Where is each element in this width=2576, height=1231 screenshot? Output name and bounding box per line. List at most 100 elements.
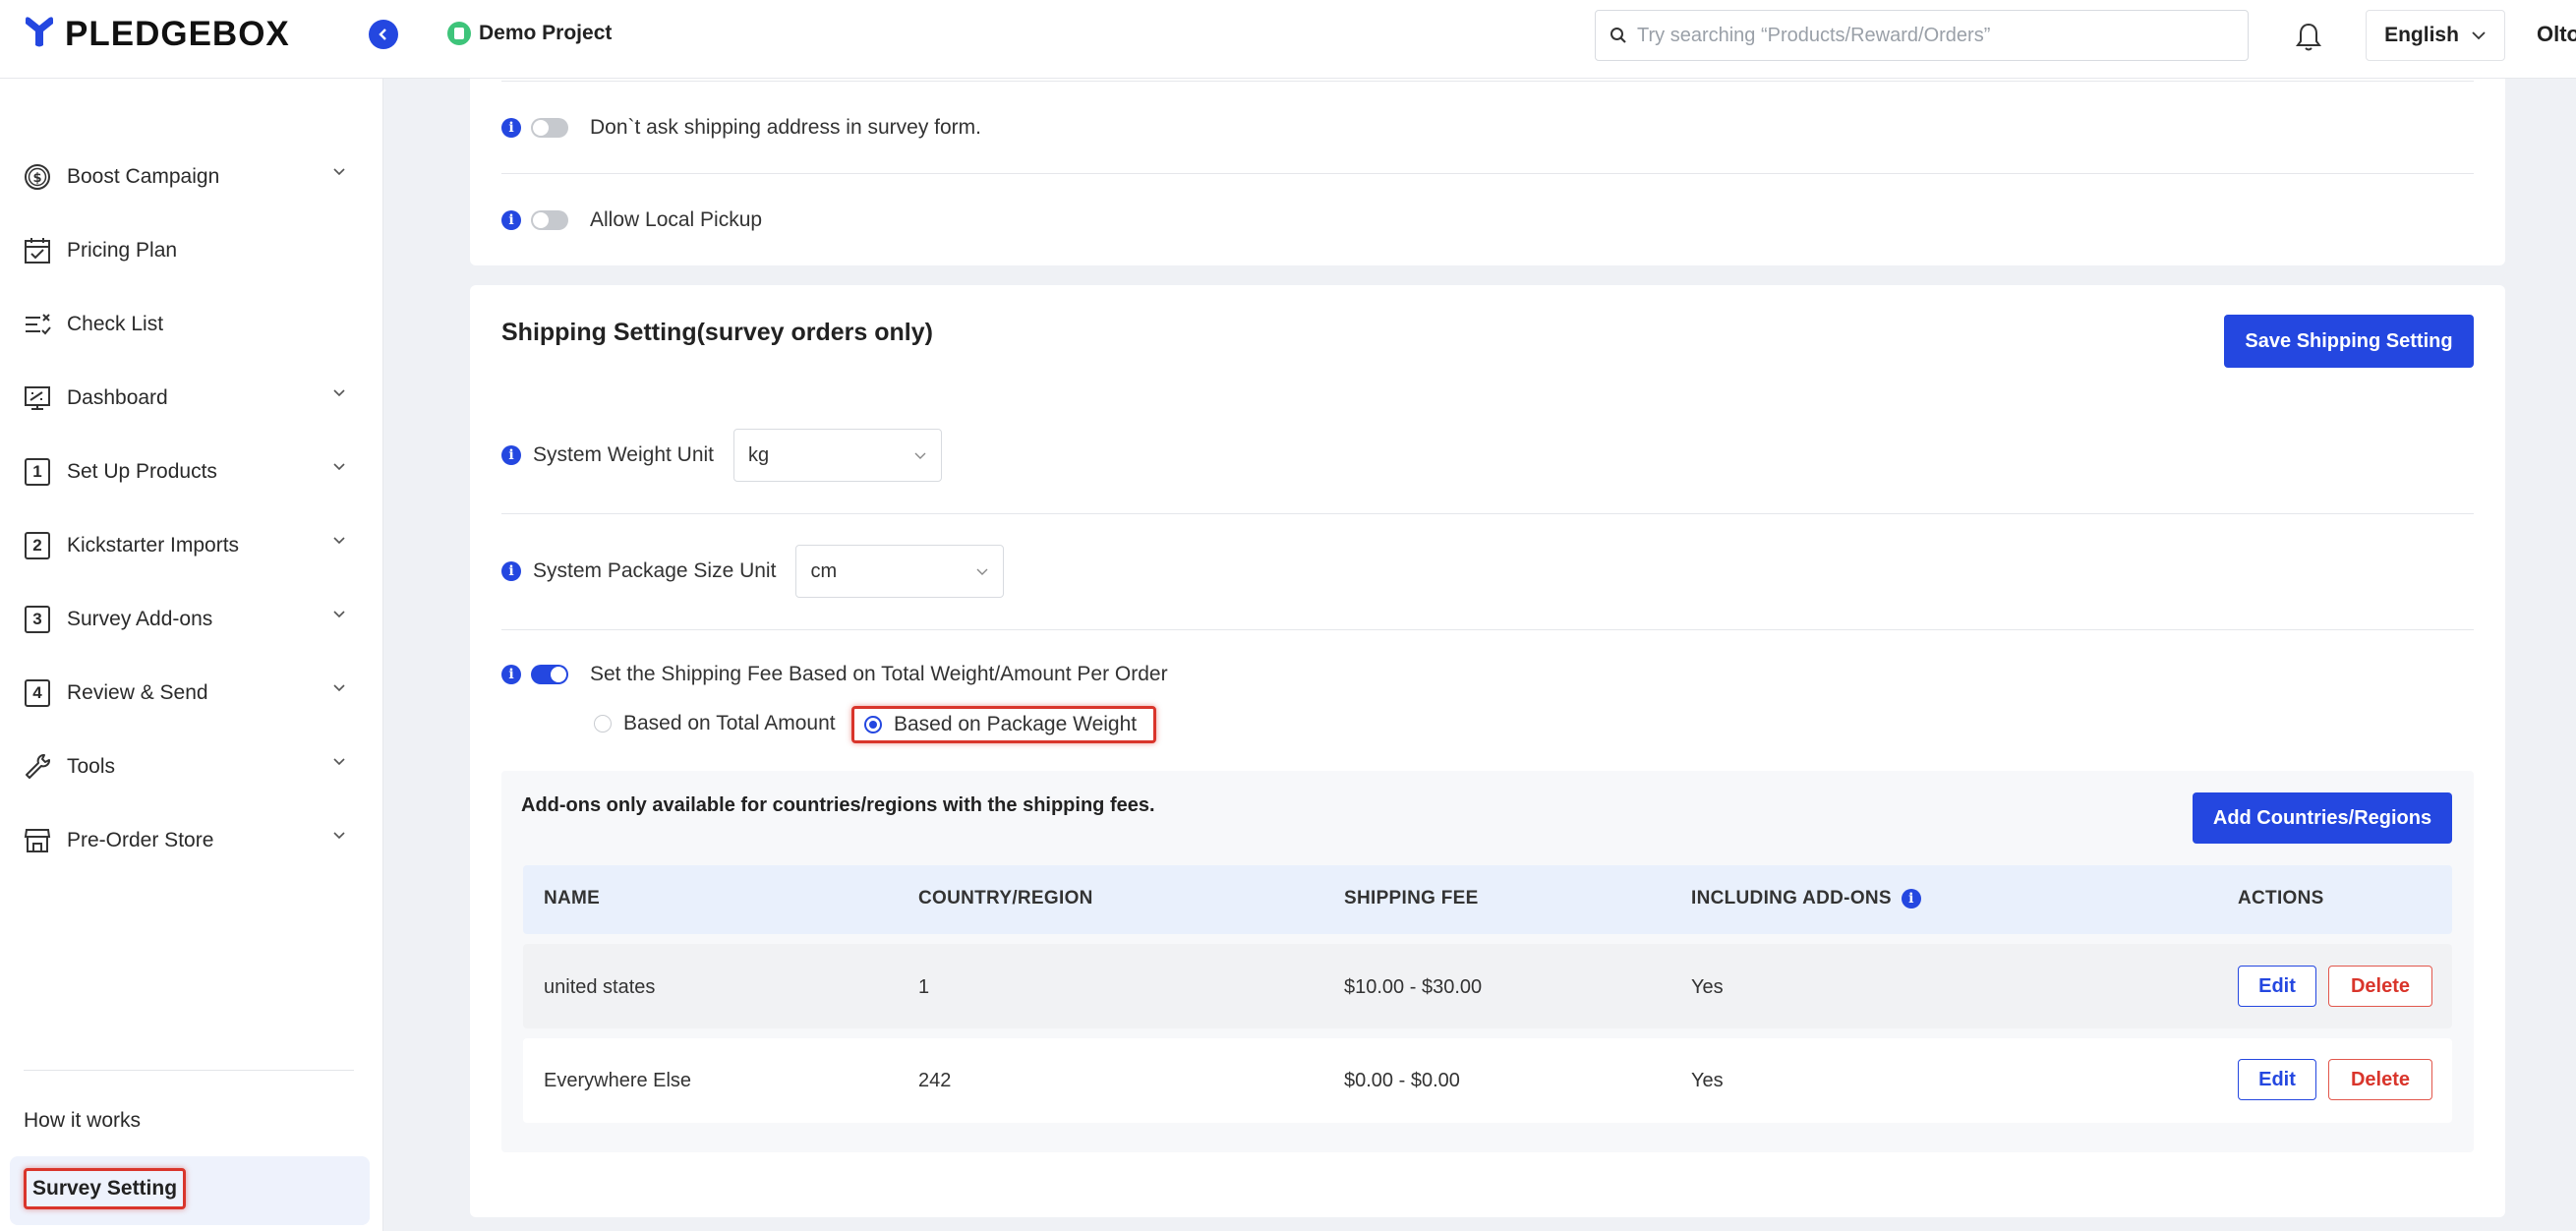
fee-basis-toggle-row: i Set the Shipping Fee Based on Total We…: [501, 663, 1168, 686]
sidebar-item-label: Survey Add-ons: [67, 608, 213, 630]
sidebar-item-label: Tools: [67, 755, 116, 778]
user-name[interactable]: Olto: [2537, 22, 2576, 47]
chevron-down-icon: [976, 568, 988, 575]
top-bar: PLEDGEBOX Demo Project English Olto: [0, 0, 2576, 79]
weight-unit-value: kg: [748, 443, 770, 466]
language-selector[interactable]: English: [2366, 10, 2505, 61]
table-row: [523, 944, 2452, 1028]
radio-total-amount[interactable]: Based on Total Amount: [594, 712, 836, 735]
chevron-down-icon: [914, 452, 926, 459]
sidebar-item-label: Set Up Products: [67, 460, 217, 483]
divider: [501, 81, 2474, 82]
how-it-works-link[interactable]: How it works: [24, 1109, 141, 1133]
allow-local-pickup-label: Allow Local Pickup: [590, 208, 763, 231]
shipping-section-title: Shipping Setting(survey orders only): [501, 319, 933, 346]
chevron-down-icon: [333, 463, 345, 471]
sidebar-item-check-list[interactable]: Check List: [22, 303, 356, 346]
sidebar-item-review-send[interactable]: 4 Review & Send: [22, 672, 356, 715]
sidebar-item-pre-order-store[interactable]: Pre-Order Store: [22, 819, 356, 862]
sidebar-item-survey-setting[interactable]: Survey Setting: [10, 1156, 370, 1225]
sidebar-item-tools[interactable]: Tools: [22, 745, 356, 789]
info-icon[interactable]: i: [1901, 889, 1921, 909]
column-header-country-region: COUNTRY/REGION: [918, 888, 1093, 909]
sidebar-item-boost-campaign[interactable]: $ Boost Campaign: [22, 155, 356, 199]
sidebar-item-set-up-products[interactable]: 1 Set Up Products: [22, 450, 356, 494]
fee-basis-toggle[interactable]: [531, 665, 568, 684]
info-icon[interactable]: i: [501, 445, 521, 465]
column-header-including-addons: INCLUDING ADD-ONS i: [1691, 888, 1921, 909]
project-selector[interactable]: Demo Project: [447, 22, 612, 45]
notifications-button[interactable]: [2291, 20, 2326, 55]
chevron-down-icon: [333, 611, 345, 618]
project-icon: [447, 22, 471, 45]
sidebar-item-survey-add-ons[interactable]: 3 Survey Add-ons: [22, 598, 356, 641]
package-unit-row: i System Package Size Unit cm: [501, 545, 1005, 598]
step-1-icon: 1: [22, 456, 53, 488]
collapse-sidebar-button[interactable]: [369, 20, 398, 49]
search-box[interactable]: [1595, 10, 2249, 61]
divider: [501, 513, 2474, 514]
wrench-icon: [22, 751, 53, 783]
step-2-icon: 2: [22, 530, 53, 561]
info-icon[interactable]: i: [501, 210, 521, 230]
cell-country-region: 242: [918, 1070, 952, 1091]
edit-button[interactable]: Edit: [2238, 1059, 2316, 1100]
chevron-down-icon: [333, 168, 345, 176]
sidebar-item-label: Boost Campaign: [67, 165, 220, 188]
store-icon: [22, 825, 53, 856]
delete-button[interactable]: Delete: [2328, 966, 2432, 1007]
chevron-down-icon: [2472, 31, 2486, 40]
sidebar-item-label: Review & Send: [67, 681, 208, 704]
edit-button[interactable]: Edit: [2238, 966, 2316, 1007]
add-countries-regions-button[interactable]: Add Countries/Regions: [2193, 792, 2452, 844]
sidebar-divider: [24, 1070, 354, 1071]
cell-shipping-fee: $0.00 - $0.00: [1344, 1070, 1460, 1091]
chevron-down-icon: [333, 389, 345, 397]
sidebar: $ Boost Campaign Pricing Plan Check List…: [0, 79, 383, 1231]
dashboard-chart-icon: [22, 382, 53, 414]
language-label: English: [2384, 24, 2459, 46]
package-unit-select[interactable]: cm: [795, 545, 1005, 598]
package-unit-value: cm: [810, 559, 838, 582]
fee-basis-toggle-label: Set the Shipping Fee Based on Total Weig…: [590, 663, 1168, 685]
sidebar-item-dashboard[interactable]: Dashboard: [22, 377, 356, 420]
divider: [501, 173, 2474, 174]
cell-name: Everywhere Else: [544, 1070, 692, 1091]
info-icon[interactable]: i: [501, 561, 521, 581]
checklist-icon: [22, 309, 53, 340]
weight-unit-select[interactable]: kg: [733, 429, 943, 482]
column-header-shipping-fee: SHIPPING FEE: [1344, 888, 1479, 909]
chevron-down-icon: [333, 832, 345, 840]
column-header-name: NAME: [544, 888, 601, 909]
cell-name: united states: [544, 976, 656, 998]
save-shipping-setting-button[interactable]: Save Shipping Setting: [2224, 315, 2474, 368]
sidebar-item-label: Kickstarter Imports: [67, 534, 240, 557]
chevron-down-icon: [333, 537, 345, 545]
dont-ask-shipping-toggle[interactable]: [531, 118, 568, 138]
allow-local-pickup-toggle[interactable]: [531, 210, 568, 230]
project-name: Demo Project: [479, 22, 613, 44]
divider: [501, 629, 2474, 630]
search-input[interactable]: [1637, 24, 2227, 47]
sidebar-item-kickstarter-imports[interactable]: 2 Kickstarter Imports: [22, 524, 356, 567]
search-icon: [1610, 28, 1626, 43]
logo[interactable]: PLEDGEBOX: [22, 14, 290, 54]
sidebar-item-label: Pricing Plan: [67, 239, 178, 262]
calendar-check-icon: [22, 235, 53, 266]
cell-country-region: 1: [918, 976, 930, 998]
allow-local-pickup-row: i Allow Local Pickup: [501, 208, 762, 232]
info-icon[interactable]: i: [501, 665, 521, 684]
info-icon[interactable]: i: [501, 118, 521, 138]
logo-text: PLEDGEBOX: [65, 14, 290, 53]
chevron-down-icon: [333, 684, 345, 692]
radio-button[interactable]: [594, 715, 612, 733]
sidebar-item-label: Survey Setting: [24, 1168, 187, 1209]
bell-icon: [2296, 23, 2321, 51]
sidebar-item-pricing-plan[interactable]: Pricing Plan: [22, 229, 356, 272]
radio-button-selected[interactable]: [864, 716, 882, 733]
radio-total-amount-label: Based on Total Amount: [623, 712, 836, 734]
delete-button[interactable]: Delete: [2328, 1059, 2432, 1100]
svg-text:$: $: [32, 171, 41, 186]
radio-package-weight[interactable]: Based on Package Weight: [851, 706, 1156, 743]
table-row: [523, 1038, 2452, 1123]
